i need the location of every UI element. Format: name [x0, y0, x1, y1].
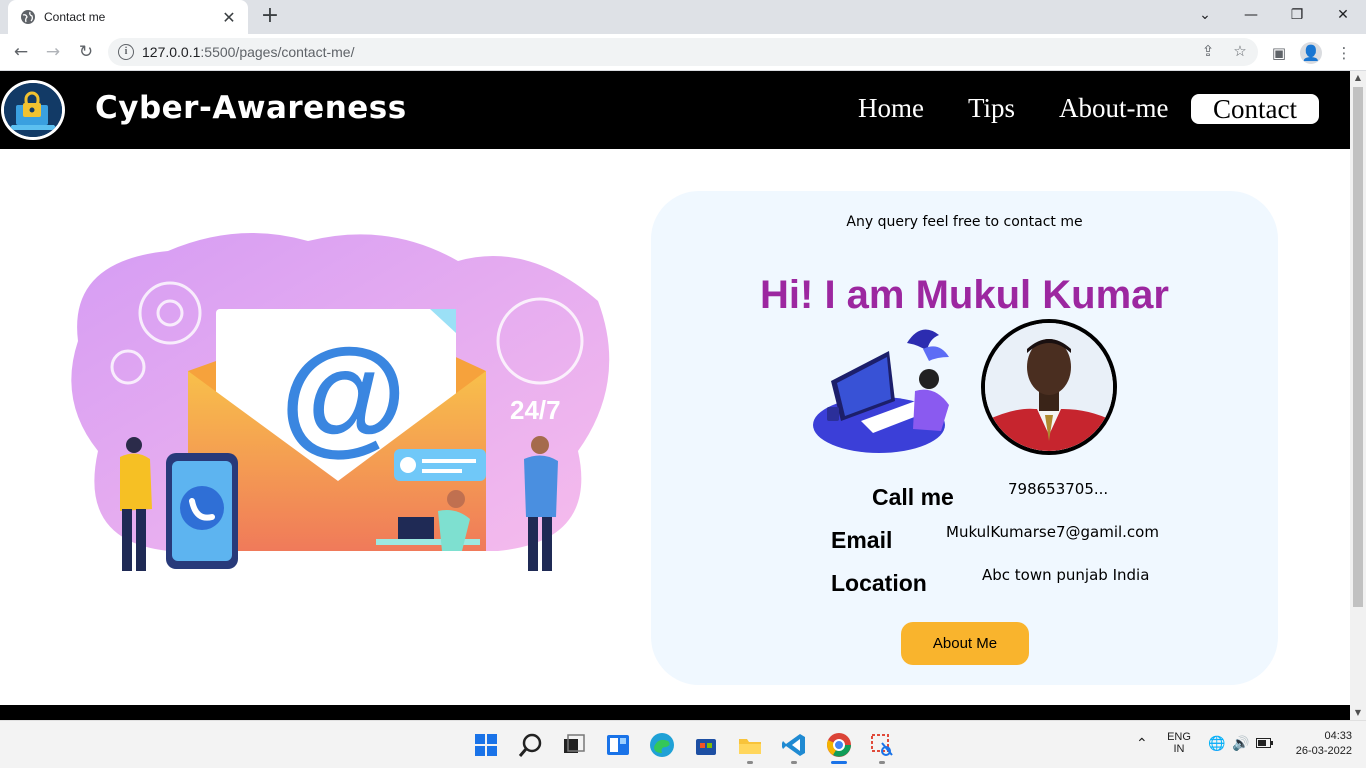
- 24-7-badge: 24/7: [510, 395, 561, 425]
- nav-about-me[interactable]: About-me: [1059, 93, 1168, 124]
- tab-title: Contact me: [44, 10, 106, 24]
- location-label: Location: [831, 570, 927, 596]
- page-viewport: Cyber-Awareness Home Tips About-me Conta…: [0, 71, 1350, 720]
- active-indicator: [831, 761, 847, 764]
- reload-icon[interactable]: ↻: [74, 40, 98, 64]
- search-icon[interactable]: [517, 731, 545, 759]
- clock[interactable]: 04:33 26-03-2022: [1286, 730, 1352, 757]
- lock-laptop-icon: [4, 83, 62, 137]
- globe-icon: [21, 10, 35, 24]
- chrome-icon[interactable]: [825, 731, 853, 759]
- start-windows-icon[interactable]: [472, 731, 500, 759]
- contact-card: Any query feel free to contact me Hi! I …: [651, 191, 1278, 685]
- url-text: 127.0.0.1:5500/pages/contact-me/: [142, 44, 355, 60]
- nav-home[interactable]: Home: [858, 93, 924, 124]
- about-me-button[interactable]: About Me: [901, 622, 1029, 665]
- vscode-icon[interactable]: [780, 731, 808, 759]
- nav-tips[interactable]: Tips: [968, 93, 1015, 124]
- call-label: Call me: [872, 484, 954, 510]
- scroll-thumb[interactable]: [1353, 87, 1363, 607]
- minimize-button[interactable]: —: [1228, 0, 1274, 32]
- site-logo[interactable]: [1, 80, 65, 140]
- battery-icon[interactable]: [1256, 737, 1274, 752]
- network-globe-icon[interactable]: 🌐: [1208, 735, 1225, 752]
- restore-button[interactable]: ❐: [1274, 0, 1320, 32]
- edge-browser-icon[interactable]: [648, 731, 676, 759]
- email-contact-illustration: 24/7 @: [71, 233, 610, 571]
- browser-toolbar: ← → ↻ i 127.0.0.1:5500/pages/contact-me/…: [0, 34, 1366, 71]
- tab-strip: Contact me ✕ + ⌄ — ❐ ✕: [0, 0, 1366, 34]
- forward-arrow-icon[interactable]: →: [41, 40, 65, 64]
- site-info-icon[interactable]: i: [118, 44, 134, 60]
- bookmark-star-icon[interactable]: ☆: [1230, 42, 1250, 62]
- store-icon[interactable]: [692, 731, 720, 759]
- site-brand[interactable]: Cyber-Awareness: [95, 90, 407, 126]
- site-footer: [0, 705, 1350, 720]
- email-value[interactable]: MukulKumarse7@gamil.com: [946, 523, 1159, 541]
- phone-value[interactable]: 798653705...: [1008, 480, 1108, 498]
- running-indicator: [747, 761, 753, 764]
- menu-dots-icon[interactable]: ⋮: [1333, 42, 1355, 64]
- query-text: Any query feel free to contact me: [846, 214, 1083, 230]
- address-bar[interactable]: i 127.0.0.1:5500/pages/contact-me/: [108, 38, 1258, 66]
- nav-contact[interactable]: Contact: [1191, 94, 1319, 124]
- new-tab-button[interactable]: +: [258, 5, 282, 29]
- close-window-button[interactable]: ✕: [1320, 0, 1366, 32]
- tab-search-icon[interactable]: ⌄: [1182, 0, 1228, 32]
- browser-tab[interactable]: Contact me ✕: [8, 0, 248, 34]
- share-icon[interactable]: ⇪: [1198, 42, 1218, 62]
- side-panel-icon[interactable]: ▣: [1268, 42, 1290, 64]
- scroll-down-arrow-icon[interactable]: ▼: [1350, 706, 1366, 720]
- back-arrow-icon[interactable]: ←: [9, 40, 33, 64]
- volume-icon[interactable]: 🔊: [1232, 735, 1249, 752]
- profile-avatar-icon[interactable]: 👤: [1300, 42, 1322, 64]
- laptop-worker-illustration: [813, 329, 949, 453]
- scroll-up-arrow-icon[interactable]: ▲: [1350, 71, 1366, 85]
- task-view-icon[interactable]: [560, 731, 588, 759]
- email-label: Email: [831, 527, 893, 553]
- taskbar: ⌃ ENG IN 🌐 🔊 04:33 26-03-2022: [0, 720, 1366, 768]
- running-indicator: [879, 761, 885, 764]
- snipping-tool-icon[interactable]: [868, 731, 896, 759]
- file-explorer-icon[interactable]: [736, 731, 764, 759]
- page-scrollbar[interactable]: ▲ ▼: [1350, 71, 1366, 720]
- site-header: Cyber-Awareness Home Tips About-me Conta…: [0, 71, 1350, 149]
- widgets-icon[interactable]: [604, 731, 632, 759]
- show-hidden-icons-chevron-icon[interactable]: ⌃: [1136, 735, 1148, 752]
- language-indicator[interactable]: ENG IN: [1164, 731, 1194, 755]
- page-title: Hi! I am Mukul Kumar: [760, 273, 1169, 317]
- location-value: Abc town punjab India: [982, 566, 1150, 584]
- close-tab-icon[interactable]: ✕: [220, 8, 238, 27]
- profile-avatar: [981, 319, 1117, 455]
- running-indicator: [791, 761, 797, 764]
